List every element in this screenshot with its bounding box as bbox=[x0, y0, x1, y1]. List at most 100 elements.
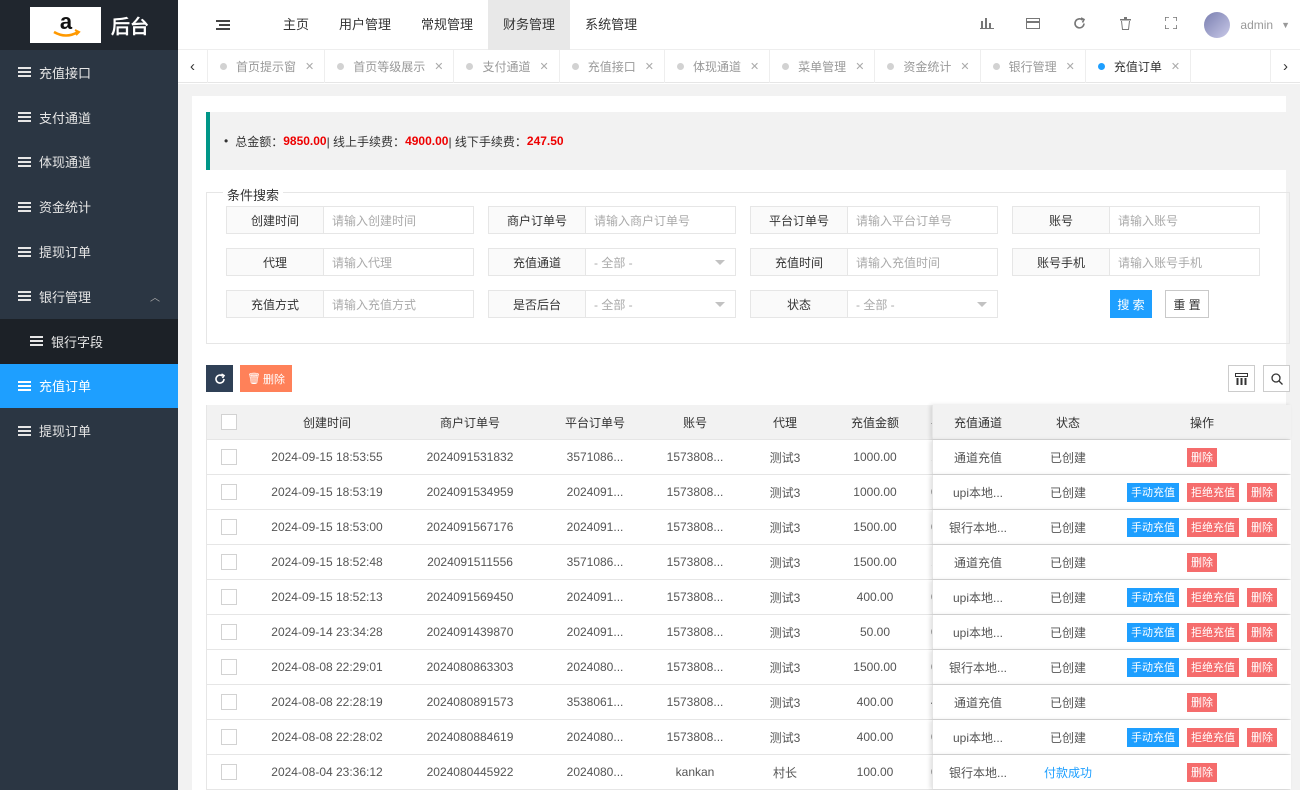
recharge-time-input[interactable]: 请输入充值时间 bbox=[848, 249, 997, 275]
delete-row-button[interactable]: 删除 bbox=[1247, 482, 1277, 502]
close-icon[interactable]: ✕ bbox=[1171, 60, 1180, 73]
delete-row-button[interactable]: 删除 bbox=[1187, 692, 1217, 712]
bulk-delete-button[interactable]: 🗑 删除 bbox=[240, 365, 292, 392]
phone-input[interactable]: 请输入账号手机 bbox=[1110, 249, 1259, 275]
sidebar-item-pay-channel[interactable]: 支付通道 bbox=[0, 95, 178, 140]
close-icon[interactable]: ✕ bbox=[750, 60, 759, 73]
row-checkbox[interactable] bbox=[221, 519, 237, 535]
tabs-prev-icon[interactable]: ‹ bbox=[178, 49, 208, 83]
tab-menu-management[interactable]: 菜单管理 ✕ bbox=[770, 49, 876, 83]
sidebar-item-recharge-api[interactable]: 充值接口 bbox=[0, 50, 178, 95]
sidebar-item-withdraw-orders-2[interactable]: 提现订单 bbox=[0, 408, 178, 453]
tab-recharge-orders[interactable]: 充值订单 ✕ bbox=[1086, 49, 1192, 83]
reject-recharge-button[interactable]: 拒绝充值 bbox=[1187, 517, 1239, 537]
reject-recharge-button[interactable]: 拒绝充值 bbox=[1187, 727, 1239, 747]
account-input[interactable]: 请输入账号 bbox=[1110, 207, 1259, 233]
close-icon[interactable]: ✕ bbox=[305, 60, 314, 73]
row-checkbox[interactable] bbox=[221, 484, 237, 500]
delete-row-button[interactable]: 删除 bbox=[1187, 552, 1217, 572]
row-checkbox[interactable] bbox=[221, 764, 237, 780]
col-channel[interactable]: 充值通道 bbox=[933, 405, 1023, 439]
close-icon[interactable]: ✕ bbox=[1066, 60, 1075, 73]
manual-recharge-button[interactable]: 手动充值 bbox=[1127, 517, 1179, 537]
manual-recharge-button[interactable]: 手动充值 bbox=[1127, 727, 1179, 747]
method-input[interactable]: 请输入充值方式 bbox=[324, 291, 473, 317]
row-checkbox[interactable] bbox=[221, 729, 237, 745]
manual-recharge-button[interactable]: 手动充值 bbox=[1127, 482, 1179, 502]
nav-home[interactable]: 主页 bbox=[268, 0, 324, 50]
col-platform-no[interactable]: 平台订单号 bbox=[537, 405, 653, 439]
delete-row-button[interactable]: 删除 bbox=[1247, 587, 1277, 607]
channel-select[interactable]: - 全部 - bbox=[586, 249, 735, 275]
col-merchant-no[interactable]: 商户订单号 bbox=[403, 405, 537, 439]
created-time-input[interactable]: 请输入创建时间 bbox=[324, 207, 473, 233]
nav-finance[interactable]: 财务管理 bbox=[488, 0, 571, 50]
manual-recharge-button[interactable]: 手动充值 bbox=[1127, 657, 1179, 677]
merchant-order-input[interactable]: 请输入商户订单号 bbox=[586, 207, 735, 233]
close-icon[interactable]: ✕ bbox=[434, 60, 443, 73]
avatar[interactable] bbox=[1204, 11, 1231, 38]
row-checkbox[interactable] bbox=[221, 589, 237, 605]
col-amount[interactable]: 充值金额 bbox=[833, 405, 917, 439]
close-icon[interactable]: ✕ bbox=[855, 60, 864, 73]
col-status[interactable]: 状态 bbox=[1023, 405, 1113, 439]
sidebar-item-fund-stats[interactable]: 资金统计 bbox=[0, 184, 178, 229]
reject-recharge-button[interactable]: 拒绝充值 bbox=[1187, 482, 1239, 502]
manual-recharge-button[interactable]: 手动充值 bbox=[1127, 587, 1179, 607]
tabs-next-icon[interactable]: › bbox=[1270, 49, 1300, 83]
tab-pay-channel[interactable]: 支付通道 ✕ bbox=[454, 49, 560, 83]
tab-home-levels[interactable]: 首页等级展示 ✕ bbox=[325, 49, 455, 83]
reject-recharge-button[interactable]: 拒绝充值 bbox=[1187, 587, 1239, 607]
tab-recharge-api[interactable]: 充值接口 ✕ bbox=[560, 49, 665, 83]
delete-row-button[interactable]: 删除 bbox=[1187, 762, 1217, 782]
menu-toggle-icon[interactable] bbox=[178, 19, 268, 31]
delete-row-button[interactable]: 删除 bbox=[1247, 517, 1277, 537]
tab-withdraw-channel[interactable]: 体现通道 ✕ bbox=[665, 49, 771, 83]
row-checkbox[interactable] bbox=[221, 659, 237, 675]
nav-system[interactable]: 系统管理 bbox=[570, 0, 652, 50]
backend-select[interactable]: - 全部 - bbox=[586, 291, 735, 317]
close-icon[interactable]: ✕ bbox=[960, 60, 969, 73]
nav-users[interactable]: 用户管理 bbox=[324, 0, 406, 50]
row-checkbox[interactable] bbox=[221, 694, 237, 710]
agent-input[interactable]: 请输入代理 bbox=[324, 249, 473, 275]
col-created[interactable]: 创建时间 bbox=[251, 405, 403, 439]
col-account[interactable]: 账号 bbox=[653, 405, 737, 439]
columns-filter-button[interactable] bbox=[1228, 365, 1255, 392]
row-checkbox[interactable] bbox=[221, 624, 237, 640]
sidebar-item-bank-fields[interactable]: 银行字段 bbox=[0, 318, 178, 364]
close-icon[interactable]: ✕ bbox=[645, 60, 654, 73]
sidebar-item-withdraw-channel[interactable]: 体现通道 bbox=[0, 140, 178, 185]
manual-recharge-button[interactable]: 手动充值 bbox=[1127, 622, 1179, 642]
col-agent[interactable]: 代理 bbox=[737, 405, 833, 439]
trash-icon[interactable] bbox=[1102, 16, 1148, 33]
tab-bank-management[interactable]: 银行管理 ✕ bbox=[981, 49, 1086, 83]
refresh-icon[interactable] bbox=[1056, 16, 1102, 33]
delete-row-button[interactable]: 删除 bbox=[1247, 622, 1277, 642]
delete-row-button[interactable]: 删除 bbox=[1247, 657, 1277, 677]
fullscreen-icon[interactable] bbox=[1148, 16, 1194, 32]
select-all-checkbox[interactable] bbox=[221, 414, 237, 430]
status-select[interactable]: - 全部 - bbox=[848, 291, 997, 317]
refresh-button[interactable] bbox=[206, 365, 233, 392]
sidebar-item-recharge-orders[interactable]: 充值订单 bbox=[0, 363, 178, 409]
reject-recharge-button[interactable]: 拒绝充值 bbox=[1187, 657, 1239, 677]
row-checkbox[interactable] bbox=[221, 554, 237, 570]
search-button[interactable]: 搜 索 bbox=[1110, 290, 1152, 318]
nav-general[interactable]: 常规管理 bbox=[406, 0, 488, 50]
tab-home-tip[interactable]: 首页提示窗 ✕ bbox=[208, 49, 326, 83]
platform-order-input[interactable]: 请输入平台订单号 bbox=[848, 207, 997, 233]
search-toggle-button[interactable] bbox=[1263, 365, 1290, 392]
delete-row-button[interactable]: 删除 bbox=[1247, 727, 1277, 747]
reject-recharge-button[interactable]: 拒绝充值 bbox=[1187, 622, 1239, 642]
delete-row-button[interactable]: 删除 bbox=[1187, 447, 1217, 467]
username[interactable]: admin bbox=[1240, 18, 1273, 32]
reset-button[interactable]: 重 置 bbox=[1165, 290, 1209, 318]
sidebar-item-bank-management[interactable]: 银行管理 ︿ bbox=[0, 274, 178, 319]
row-checkbox[interactable] bbox=[221, 449, 237, 465]
bar-chart-icon[interactable] bbox=[964, 17, 1010, 32]
tab-fund-stats[interactable]: 资金统计 ✕ bbox=[875, 49, 981, 83]
caret-down-icon[interactable]: ▼ bbox=[1281, 20, 1290, 30]
close-icon[interactable]: ✕ bbox=[539, 60, 548, 73]
credit-card-icon[interactable] bbox=[1010, 17, 1056, 32]
